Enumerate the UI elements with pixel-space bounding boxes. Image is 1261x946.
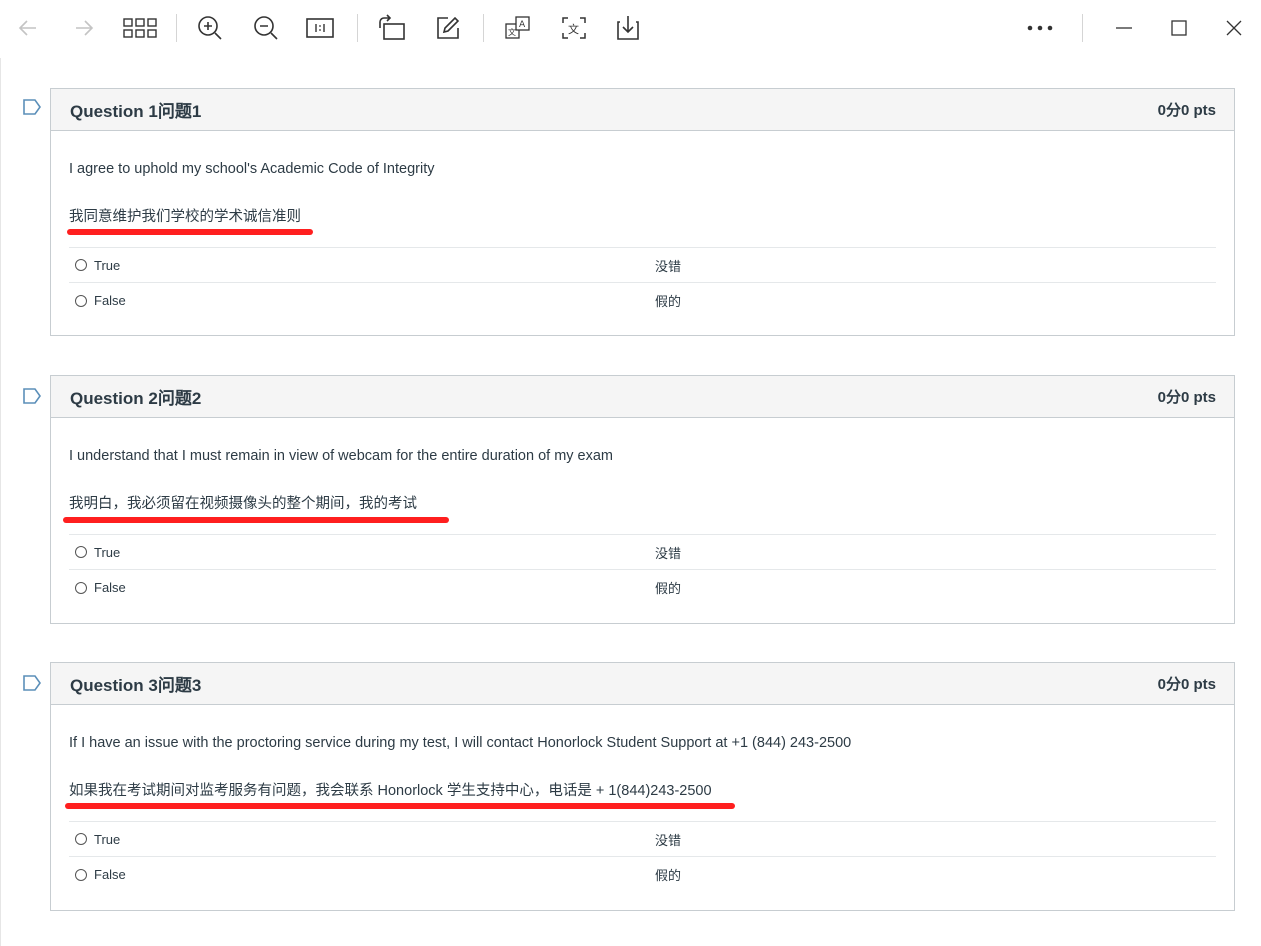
question-text-zh-wrap: 我明白，我必须留在视频摄像头的整个期间，我的考试 bbox=[63, 478, 1216, 534]
question-card-1: Question 1问题1 0分0 pts I agree to uphold … bbox=[50, 88, 1235, 336]
answer-translation: 假的 bbox=[655, 294, 682, 309]
answer-list: True 没错 False 假的 bbox=[69, 821, 1216, 892]
answer-label: True bbox=[94, 544, 121, 560]
answer-label: True bbox=[94, 257, 121, 273]
question-text-zh-wrap: 我同意维护我们学校的学术诚信准则 bbox=[67, 191, 1216, 247]
zoom-out-icon bbox=[254, 16, 278, 40]
maximize-button[interactable] bbox=[1159, 10, 1199, 46]
question-body: I understand that I must remain in view … bbox=[51, 418, 1234, 605]
back-icon bbox=[18, 20, 36, 36]
question-points: 0分0 pts bbox=[1157, 102, 1216, 119]
radio-button[interactable] bbox=[75, 833, 87, 845]
question-text-zh: 我同意维护我们学校的学术诚信准则 bbox=[69, 209, 301, 225]
answer-translation: 假的 bbox=[655, 581, 682, 596]
edit-button[interactable] bbox=[428, 10, 468, 46]
question-header: Question 3问题3 0分0 pts bbox=[51, 663, 1234, 705]
translate-selection-button[interactable]: 文 bbox=[554, 10, 594, 46]
question-text-en: If I have an issue with the proctoring s… bbox=[69, 735, 852, 751]
answer-option-true[interactable]: True 没错 bbox=[69, 248, 1216, 283]
bookmark-flag-icon[interactable] bbox=[22, 675, 42, 691]
answer-list: True 没错 False 假的 bbox=[69, 534, 1216, 605]
close-icon bbox=[1226, 20, 1242, 36]
translate-selection-icon: 文 bbox=[562, 17, 586, 39]
edit-icon bbox=[437, 16, 460, 39]
answer-translation: 没错 bbox=[655, 258, 682, 274]
question-text-zh: 如果我在考试期间对监考服务有问题，我会联系 Honorlock 学生支持中心，电… bbox=[69, 783, 712, 799]
bookmark-flag-icon[interactable] bbox=[22, 388, 42, 404]
page-edge bbox=[0, 58, 1, 946]
radio-button[interactable] bbox=[75, 546, 87, 558]
svg-text:A: A bbox=[519, 20, 526, 30]
question-card-2: Question 2问题2 0分0 pts I understand that … bbox=[50, 375, 1235, 624]
translate-document-icon: A文 bbox=[505, 16, 530, 39]
question-title: Question 1问题1 bbox=[70, 102, 202, 121]
question-title: Question 2问题2 bbox=[70, 389, 202, 408]
answer-label: False bbox=[94, 867, 126, 882]
question-text-zh-wrap: 如果我在考试期间对监考服务有问题，我会联系 Honorlock 学生支持中心，电… bbox=[65, 765, 1216, 821]
radio-button[interactable] bbox=[75, 868, 87, 881]
red-annotation-underline bbox=[65, 803, 735, 809]
red-annotation-underline bbox=[63, 517, 449, 523]
minimize-icon bbox=[1116, 27, 1132, 29]
red-annotation-underline bbox=[67, 229, 313, 235]
grid-view-button[interactable] bbox=[120, 10, 160, 46]
forward-icon bbox=[76, 20, 94, 36]
answer-option-false[interactable]: False 假的 bbox=[69, 857, 1216, 892]
question-text-zh: 我明白，我必须留在视频摄像头的整个期间，我的考试 bbox=[69, 496, 417, 512]
question-points: 0分0 pts bbox=[1157, 389, 1216, 406]
translate-document-button[interactable]: A文 bbox=[498, 10, 538, 46]
question-body: I agree to uphold my school's Academic C… bbox=[51, 131, 1234, 318]
answer-list: True 没错 False 假的 bbox=[69, 247, 1216, 318]
viewer-toolbar: A文 文 bbox=[0, 0, 1261, 58]
actual-size-icon bbox=[306, 18, 334, 38]
grid-view-icon bbox=[123, 18, 157, 38]
answer-translation: 假的 bbox=[655, 868, 682, 883]
forward-button[interactable] bbox=[64, 10, 104, 46]
bookmark-flag-icon[interactable] bbox=[22, 99, 42, 115]
answer-label: False bbox=[94, 580, 126, 595]
answer-label: True bbox=[94, 831, 121, 847]
answer-option-false[interactable]: False 假的 bbox=[69, 283, 1216, 318]
question-header: Question 2问题2 0分0 pts bbox=[51, 376, 1234, 418]
question-points: 0分0 pts bbox=[1157, 676, 1216, 693]
svg-text:文: 文 bbox=[568, 22, 579, 36]
minimize-button[interactable] bbox=[1104, 10, 1144, 46]
actual-size-button[interactable] bbox=[300, 10, 340, 46]
radio-button[interactable] bbox=[75, 294, 87, 307]
more-icon bbox=[1027, 25, 1053, 31]
download-button[interactable] bbox=[608, 10, 648, 46]
rotate-button[interactable] bbox=[372, 10, 412, 46]
more-button[interactable] bbox=[1020, 10, 1060, 46]
question-body: If I have an issue with the proctoring s… bbox=[51, 705, 1234, 892]
question-title: Question 3问题3 bbox=[70, 676, 202, 695]
back-button[interactable] bbox=[8, 10, 48, 46]
answer-translation: 没错 bbox=[655, 545, 682, 561]
svg-text:文: 文 bbox=[508, 27, 516, 37]
answer-label: False bbox=[94, 293, 126, 308]
answer-option-true[interactable]: True 没错 bbox=[69, 535, 1216, 570]
answer-translation: 没错 bbox=[655, 832, 682, 848]
zoom-in-button[interactable] bbox=[190, 10, 230, 46]
maximize-icon bbox=[1171, 20, 1187, 36]
download-icon bbox=[617, 16, 639, 40]
close-button[interactable] bbox=[1214, 10, 1254, 46]
zoom-out-button[interactable] bbox=[246, 10, 286, 46]
question-header: Question 1问题1 0分0 pts bbox=[51, 89, 1234, 131]
question-text-en: I understand that I must remain in view … bbox=[69, 448, 614, 464]
rotate-icon bbox=[379, 14, 405, 40]
question-text-en: I agree to uphold my school's Academic C… bbox=[69, 161, 435, 177]
answer-option-true[interactable]: True 没错 bbox=[69, 822, 1216, 857]
question-card-3: Question 3问题3 0分0 pts If I have an issue… bbox=[50, 662, 1235, 911]
zoom-in-icon bbox=[198, 16, 222, 40]
radio-button[interactable] bbox=[75, 581, 87, 594]
radio-button[interactable] bbox=[75, 259, 87, 271]
answer-option-false[interactable]: False 假的 bbox=[69, 570, 1216, 605]
